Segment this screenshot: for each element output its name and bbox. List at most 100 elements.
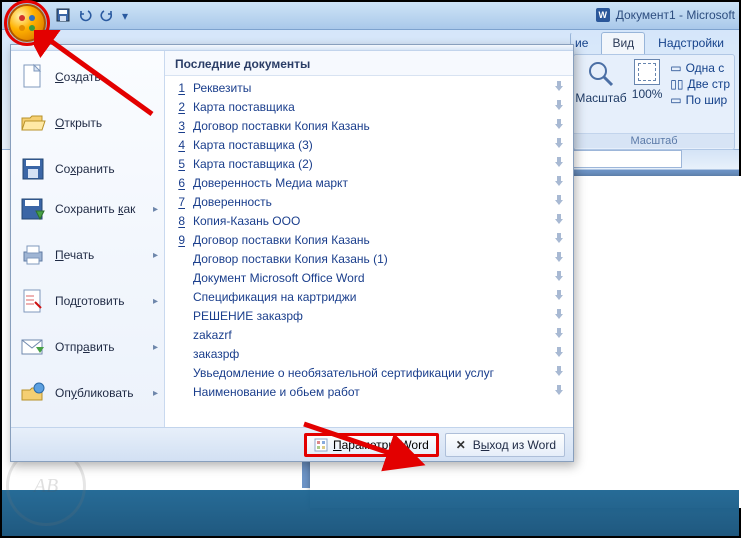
recent-document-item[interactable]: 9 Договор поставки Копия Казань: [165, 230, 573, 249]
menu-new-label: Создать: [55, 70, 158, 84]
redo-icon[interactable]: [100, 8, 114, 25]
page-width-icon: ▭: [670, 93, 681, 107]
pin-icon[interactable]: [553, 99, 565, 114]
menu-publish[interactable]: Опубликовать▸: [11, 373, 164, 413]
submenu-arrow-icon: ▸: [153, 250, 158, 261]
pin-icon[interactable]: [553, 270, 565, 285]
recent-item-name: заказрф: [193, 347, 545, 361]
pin-icon[interactable]: [553, 289, 565, 304]
saveas-icon: [19, 195, 47, 223]
recent-document-item[interactable]: 4 Карта поставщика (3): [165, 135, 573, 154]
recent-document-item[interactable]: 2Карта поставщика: [165, 97, 573, 116]
office-menu: Создать Открыть Сохранить Сохранить как▸…: [10, 44, 574, 462]
word-options-label: Параметры Word: [333, 438, 429, 452]
zoom-100-button[interactable]: 100%: [630, 59, 664, 107]
menu-prepare[interactable]: Подготовить▸: [11, 281, 164, 321]
recent-documents-panel: Последние документы 1Реквезиты2Карта пос…: [165, 51, 573, 427]
menu-send-label: Отправить: [55, 340, 145, 354]
two-pages-button[interactable]: ▯▯Две стр: [670, 77, 730, 91]
new-icon: [19, 63, 47, 91]
menu-open-label: Открыть: [55, 116, 158, 130]
recent-documents-header: Последние документы: [165, 51, 573, 76]
recent-item-name: Карта поставщика (3): [193, 138, 545, 152]
pin-icon[interactable]: [553, 308, 565, 323]
menu-save[interactable]: Сохранить: [11, 149, 164, 189]
undo-icon[interactable]: [78, 8, 92, 25]
pin-icon[interactable]: [553, 137, 565, 152]
ribbon-group-label: Масштаб: [574, 133, 734, 148]
open-icon: [19, 109, 47, 137]
recent-document-item[interactable]: РЕШЕНИЕ заказрф: [165, 306, 573, 325]
close-doc-icon: [19, 425, 47, 427]
pin-icon[interactable]: [553, 251, 565, 266]
recent-item-number: 3: [175, 119, 185, 133]
recent-document-item[interactable]: 6Доверенность Медиа маркт: [165, 173, 573, 192]
recent-item-name: Копия-Казань ООО: [193, 214, 545, 228]
menu-print[interactable]: Печать ▸: [11, 235, 164, 275]
recent-item-name: Увьедомление о необязательной сертификац…: [193, 366, 545, 380]
recent-document-item[interactable]: zakazrf: [165, 325, 573, 344]
pin-icon[interactable]: [553, 156, 565, 171]
submenu-arrow-icon: ▸: [153, 296, 158, 307]
menu-publish-label: Опубликовать: [55, 386, 145, 400]
submenu-arrow-icon: ▸: [153, 204, 158, 215]
recent-document-item[interactable]: Спецификация на картриджи: [165, 287, 573, 306]
recent-document-item[interactable]: 1Реквезиты: [165, 78, 573, 97]
pin-icon[interactable]: [553, 118, 565, 133]
recent-document-item[interactable]: 5Карта поставщика (2): [165, 154, 573, 173]
save-menu-icon: [19, 155, 47, 183]
recent-document-item[interactable]: 7 Доверенность: [165, 192, 573, 211]
pin-icon[interactable]: [553, 346, 565, 361]
recent-document-item[interactable]: Документ Microsoft Office Word: [165, 268, 573, 287]
menu-new[interactable]: Создать: [11, 57, 164, 97]
save-icon[interactable]: [56, 8, 70, 25]
recent-document-item[interactable]: Увьедомление о необязательной сертификац…: [165, 363, 573, 382]
tab-addins[interactable]: Надстройки: [647, 32, 735, 55]
menu-print-label: Печать: [55, 248, 145, 262]
menu-open[interactable]: Открыть: [11, 103, 164, 143]
options-icon: [314, 438, 328, 452]
pin-icon[interactable]: [553, 80, 565, 95]
recent-item-number: 9: [175, 233, 185, 247]
two-pages-icon: ▯▯: [670, 77, 683, 91]
recent-item-number: 4: [175, 138, 185, 152]
recent-document-item[interactable]: 8Копия-Казань ООО: [165, 211, 573, 230]
one-page-icon: ▭: [670, 61, 681, 75]
recent-document-item[interactable]: Договор поставки Копия Казань (1): [165, 249, 573, 268]
menu-saveas[interactable]: Сохранить как▸: [11, 189, 164, 229]
recent-item-name: zakazrf: [193, 328, 545, 342]
pin-icon[interactable]: [553, 327, 565, 342]
word-options-button[interactable]: Параметры Word: [304, 433, 439, 457]
exit-word-button[interactable]: ✕ Выход из Word: [445, 433, 565, 457]
ribbon-group-zoom: Масштаб 100% ▭Одна с ▯▯Две стр ▭По шир М…: [573, 54, 735, 150]
pin-icon[interactable]: [553, 213, 565, 228]
recent-document-item[interactable]: Наименование и обьем работ: [165, 382, 573, 401]
recent-item-name: Наименование и обьем работ: [193, 385, 545, 399]
recent-document-item[interactable]: 3 Договор поставки Копия Казань: [165, 116, 573, 135]
print-icon: [19, 241, 47, 269]
menu-send[interactable]: Отправить▸: [11, 327, 164, 367]
word-app-icon: W: [596, 8, 610, 22]
pin-icon[interactable]: [553, 175, 565, 190]
recent-item-name: Спецификация на картриджи: [193, 290, 545, 304]
recent-item-name: Договор поставки Копия Казань: [193, 119, 545, 133]
pin-icon[interactable]: [553, 232, 565, 247]
zoom-button[interactable]: Масштаб: [578, 59, 624, 107]
recent-item-name: Договор поставки Копия Казань: [193, 233, 545, 247]
pin-icon[interactable]: [553, 384, 565, 399]
one-page-button[interactable]: ▭Одна с: [670, 61, 730, 75]
recent-item-number: 7: [175, 195, 185, 209]
tab-view[interactable]: Вид: [601, 32, 645, 55]
qat-customize-icon[interactable]: ▾: [122, 9, 128, 23]
page-width-button[interactable]: ▭По шир: [670, 93, 730, 107]
pin-icon[interactable]: [553, 194, 565, 209]
pin-icon[interactable]: [553, 365, 565, 380]
recent-document-item[interactable]: заказрф: [165, 344, 573, 363]
send-icon: [19, 333, 47, 361]
menu-close[interactable]: Закрыть: [11, 419, 164, 427]
tab-partial[interactable]: ие: [570, 32, 599, 55]
recent-documents-list: 1Реквезиты2Карта поставщика 3 Договор пост…: [165, 76, 573, 427]
status-bar: [2, 490, 739, 536]
recent-item-name: Доверенность: [193, 195, 545, 209]
office-button[interactable]: [8, 4, 46, 42]
